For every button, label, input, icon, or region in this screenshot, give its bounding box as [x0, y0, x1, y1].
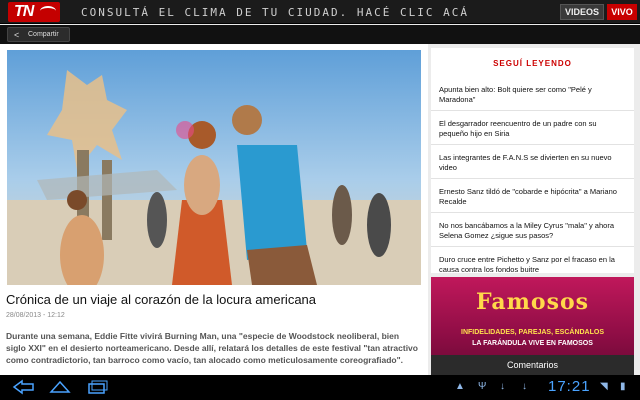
related-item[interactable]: Ernesto Sanz tildó de "cobarde e hipócri… [431, 178, 634, 212]
top-bar: TN CONSULTÁ EL CLIMA DE TU CIUDAD. HACÉ … [0, 0, 640, 24]
related-item[interactable]: Apunta bien alto: Bolt quiere ser como "… [431, 76, 634, 110]
segui-leyendo-panel: SEGUÍ LEYENDO Apunta bien alto: Bolt qui… [431, 48, 634, 274]
system-navigation-bar: ▲ Ψ ↓ ↓ 17:21 ◥ ▮ [0, 375, 640, 400]
comments-button[interactable]: Comentarios [431, 355, 634, 375]
related-item[interactable]: El desgarrador reencuentro de un padre c… [431, 110, 634, 144]
related-list: Apunta bien alto: Bolt quiere ser como "… [431, 76, 634, 280]
battery-icon: ▮ [620, 381, 626, 392]
recent-apps-icon[interactable] [86, 379, 110, 395]
vivo-button[interactable]: VIVO [607, 4, 637, 20]
segui-leyendo-title: SEGUÍ LEYENDO [493, 59, 572, 68]
share-bar: < Compartir [0, 25, 640, 44]
warning-icon: ▲ [455, 381, 465, 392]
weather-ticker-link[interactable]: CONSULTÁ EL CLIMA DE TU CIUDAD. HACÉ CLI… [70, 6, 480, 19]
share-label: Compartir [28, 31, 59, 38]
ad-title: Famosos [475, 289, 590, 315]
related-item[interactable]: No nos bancábamos a la Miley Cyrus "mala… [431, 212, 634, 246]
article-hero-image[interactable] [7, 50, 421, 285]
article-panel: Crónica de un viaje al corazón de la loc… [0, 44, 428, 375]
share-icon: < [14, 30, 20, 40]
home-icon[interactable] [48, 379, 72, 395]
share-button[interactable]: < Compartir [7, 27, 70, 42]
article-date: 28/08/2013 - 12:12 [6, 312, 65, 319]
related-item[interactable]: Duro cruce entre Pichetto y Sanz por el … [431, 246, 634, 280]
ad-tagline: INFIDELIDADES, PAREJAS, ESCÁNDALOS [461, 329, 604, 336]
wifi-icon: ◥ [600, 381, 608, 392]
system-clock: 17:21 [548, 378, 591, 395]
usb-icon: Ψ [478, 381, 487, 392]
tn-logo[interactable]: TN [8, 2, 60, 22]
download-icon: ↓ [522, 381, 527, 392]
article-lead: Durante una semana, Eddie Fitte vivirá B… [6, 331, 418, 365]
ad-subtagline: LA FARÁNDULA VIVE EN FAMOSOS [472, 340, 593, 347]
related-item[interactable]: Las integrantes de F.A.N.S se divierten … [431, 144, 634, 178]
videos-button[interactable]: VIDEOS [560, 4, 604, 20]
logo-sweep-icon [40, 6, 56, 16]
back-icon[interactable] [12, 379, 36, 395]
sidebar: SEGUÍ LEYENDO Apunta bien alto: Bolt qui… [428, 44, 640, 375]
article-title[interactable]: Crónica de un viaje al corazón de la loc… [6, 292, 422, 307]
download-icon: ↓ [500, 381, 505, 392]
logo-text: TN [14, 3, 34, 20]
hero-photo [7, 50, 421, 285]
